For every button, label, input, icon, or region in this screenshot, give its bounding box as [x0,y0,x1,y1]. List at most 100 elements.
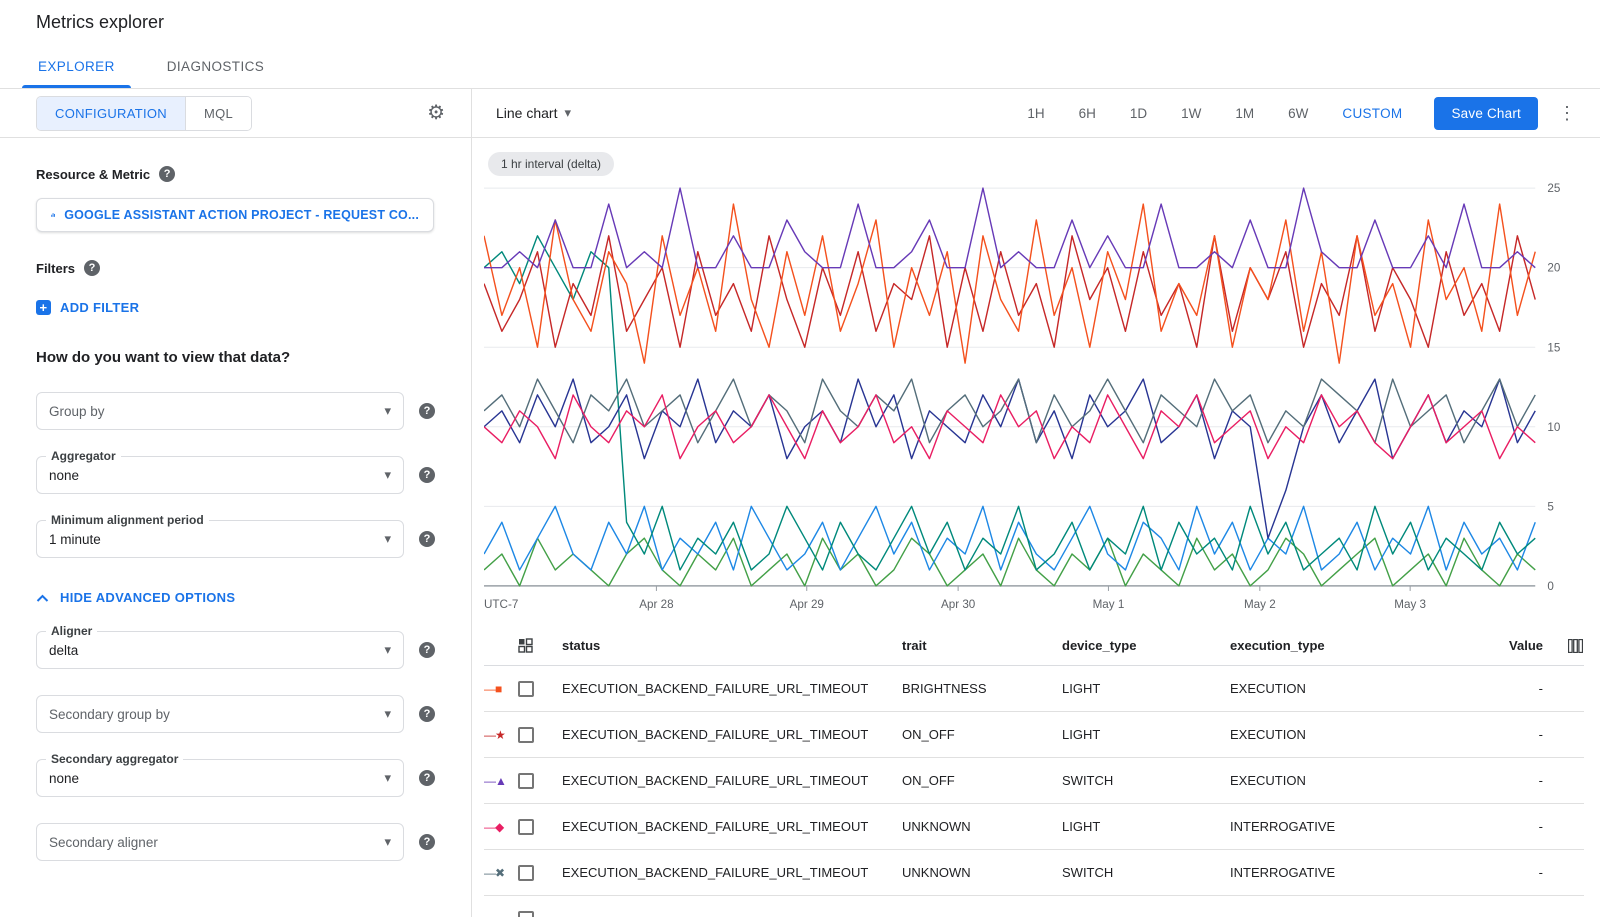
table-row: —▲EXECUTION_BACKEND_FAILURE_URL_TIMEOUTO… [484,758,1584,804]
secondary-aggregator-select[interactable]: Secondary aggregator none [36,759,404,797]
time-range-6h[interactable]: 6H [1079,106,1096,121]
chart-type-select[interactable]: Line chart [496,105,571,121]
cell-status: EXECUTION_BACKEND_FAILURE_URL_TIMEOUT [562,819,902,834]
line-chart: 0510152025UTC-7Apr 28Apr 29Apr 30May 1Ma… [484,180,1586,626]
help-icon[interactable] [419,467,435,483]
help-icon[interactable] [419,834,435,850]
series-table-header: status trait device_type execution_type … [484,626,1584,666]
help-icon[interactable] [159,166,175,182]
cell-execution-type: EXECUTION [1230,727,1465,742]
secondary-group-by-placeholder: Secondary group by [49,707,384,722]
resource-metric-section: Resource & Metric [36,166,435,182]
settings-gear-icon[interactable] [427,103,445,123]
secondary-aggregator-label: Secondary aggregator [46,752,183,766]
row-checkbox[interactable] [518,727,534,743]
series-marker-icon: —■ [484,682,518,696]
kebab-menu-icon[interactable] [1558,104,1576,122]
resource-metric-chip[interactable]: GOOGLE ASSISTANT ACTION PROJECT - REQUES… [36,198,434,232]
time-range-1m[interactable]: 1M [1235,106,1254,121]
view-data-heading: How do you want to view that data? [36,349,435,366]
row-checkbox[interactable] [518,819,534,835]
help-icon[interactable] [419,770,435,786]
aligner-label: Aligner [46,624,97,638]
save-chart-button[interactable]: Save Chart [1434,97,1538,130]
row-checkbox[interactable] [518,911,534,917]
tab-bar: EXPLORER DIAGNOSTICS [0,45,1600,89]
svg-text:Apr 29: Apr 29 [790,598,824,611]
svg-text:5: 5 [1547,500,1553,513]
mode-toggle: CONFIGURATION MQL [36,96,252,131]
svg-text:15: 15 [1547,341,1560,354]
secondary-group-by-select[interactable]: Secondary group by [36,695,404,733]
series-marker-icon: —★ [484,728,518,742]
help-icon[interactable] [84,260,100,276]
svg-text:10: 10 [1547,421,1560,434]
help-icon[interactable] [419,531,435,547]
group-by-select[interactable]: Group by [36,392,404,430]
aligner-select[interactable]: Aligner delta [36,631,404,669]
help-icon[interactable] [419,642,435,658]
svg-text:UTC-7: UTC-7 [484,598,518,611]
row-checkbox[interactable] [518,865,534,881]
help-icon[interactable] [419,403,435,419]
table-row: —★EXECUTION_BACKEND_FAILURE_URL_TIMEOUTO… [484,712,1584,758]
tab-explorer-label: EXPLORER [38,59,115,74]
time-range-6w[interactable]: 6W [1288,106,1308,121]
column-settings-icon[interactable] [1568,639,1583,653]
time-range-1w[interactable]: 1W [1181,106,1201,121]
cell-status: EXECUTION_BACKEND_FAILURE_URL_TIMEOUT [562,727,902,742]
chart-type-label: Line chart [496,105,557,121]
cell-execution-type: INTERROGATIVE [1230,865,1465,880]
filters-section: Filters [36,260,435,276]
cell-trait: ON_OFF [902,773,1062,788]
chevron-down-icon [384,770,391,786]
cell-value: - [1465,819,1543,834]
cell-trait: UNKNOWN [902,819,1062,834]
configuration-toggle-label: CONFIGURATION [55,106,167,121]
chevron-down-icon [384,531,391,547]
chevron-down-icon [384,642,391,658]
min-alignment-value: 1 minute [49,532,384,547]
tab-explorer[interactable]: EXPLORER [12,45,141,88]
add-filter-button[interactable]: ADD FILTER [36,300,435,315]
secondary-aligner-row: Secondary aligner [36,823,435,861]
secondary-aligner-select[interactable]: Secondary aligner [36,823,404,861]
time-range-1d[interactable]: 1D [1130,106,1147,121]
time-range-group: 1H 6H 1D 1W 1M 6W CUSTOM [1027,106,1402,121]
min-alignment-select[interactable]: Minimum alignment period 1 minute [36,520,404,558]
chevron-down-icon [384,403,391,419]
configuration-sidebar: CONFIGURATION MQL Resource & Metric [0,89,472,917]
series-table-body: —■EXECUTION_BACKEND_FAILURE_URL_TIMEOUTB… [484,666,1584,917]
cell-status: EXECUTION_BACKEND_FAILURE_URL_TIMEOUT [562,681,902,696]
aggregator-select[interactable]: Aggregator none [36,456,404,494]
series-table: status trait device_type execution_type … [472,626,1600,917]
cell-device-type: SWITCH [1062,865,1230,880]
legend-toggle-icon[interactable] [518,638,562,653]
configuration-toggle[interactable]: CONFIGURATION [37,97,185,130]
row-checkbox[interactable] [518,681,534,697]
secondary-group-by-row: Secondary group by [36,695,435,733]
bar-chart-icon [51,208,55,222]
secondary-aggregator-row: Secondary aggregator none [36,759,435,797]
svg-text:20: 20 [1547,262,1560,275]
time-range-custom[interactable]: CUSTOM [1342,106,1402,121]
chevron-down-icon [384,467,391,483]
table-row: —■EXECUTION_BACKEND_FAILURE_URL_TIMEOUTB… [484,666,1584,712]
svg-text:May 2: May 2 [1244,598,1276,611]
chart-panel: Line chart 1H 6H 1D 1W 1M 6W CUSTOM Save Chart… [472,89,1600,917]
help-icon[interactable] [419,706,435,722]
time-range-1h[interactable]: 1H [1027,106,1044,121]
group-by-row: Group by [36,392,435,430]
aggregator-value: none [49,468,384,483]
mql-toggle[interactable]: MQL [185,97,251,130]
secondary-aggregator-value: none [49,771,384,786]
interval-badge: 1 hr interval (delta) [488,152,614,176]
secondary-aligner-placeholder: Secondary aligner [49,835,384,850]
series-marker-icon: —◆ [484,820,518,834]
chevron-up-icon [36,594,49,602]
row-checkbox[interactable] [518,773,534,789]
sidebar-body: Resource & Metric GOOGLE ASSISTANT ACTIO… [0,166,471,861]
tab-diagnostics[interactable]: DIAGNOSTICS [141,45,290,88]
hide-advanced-options-toggle[interactable]: HIDE ADVANCED OPTIONS [36,590,435,605]
cell-execution-type: EXECUTION [1230,681,1465,696]
